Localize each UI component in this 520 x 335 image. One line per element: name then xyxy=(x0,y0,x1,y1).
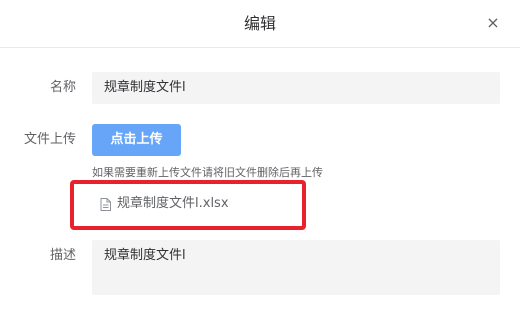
dialog-header: 编辑 × xyxy=(0,0,520,48)
upload-label: 文件上传 xyxy=(23,132,76,147)
name-input[interactable]: 规章制度文件l xyxy=(92,72,500,104)
upload-tip: 如果需要重新上传文件请将旧文件删除后再上传 xyxy=(92,166,323,179)
description-textarea[interactable]: 规章制度文件l xyxy=(92,240,500,295)
upload-button[interactable]: 点击上传 xyxy=(92,124,181,156)
description-label: 描述 xyxy=(49,248,76,263)
close-icon[interactable]: × xyxy=(486,14,500,32)
uploaded-file-name[interactable]: 规章制度文件l.xlsx xyxy=(117,194,229,214)
description-textarea-value: 规章制度文件l xyxy=(104,248,186,263)
uploaded-file-item[interactable]: 规章制度文件l.xlsx xyxy=(100,194,229,214)
document-icon xyxy=(100,197,111,211)
name-label: 名称 xyxy=(49,80,76,95)
name-input-value: 规章制度文件l xyxy=(104,80,186,95)
edit-dialog: 编辑 × 名称 规章制度文件l 文件上传 点击上传 如果需要重新上传文件请将旧文… xyxy=(0,0,520,335)
dialog-title: 编辑 xyxy=(243,14,276,33)
